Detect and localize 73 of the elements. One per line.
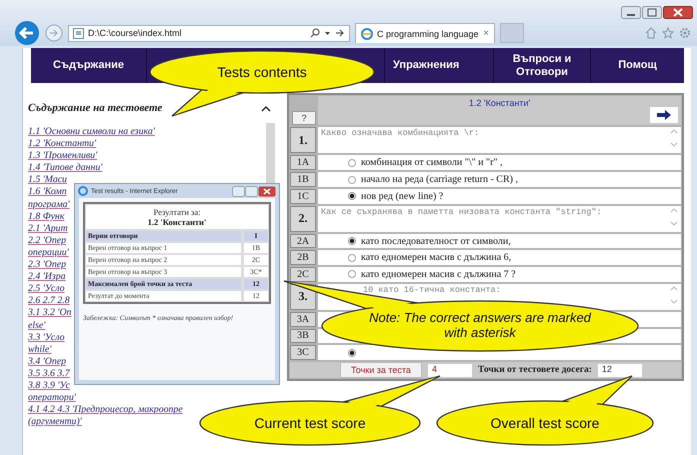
option-label: начало на реда (carriage return - CR) ,	[361, 174, 518, 186]
question-text: Какво означава комбинацията \r:	[321, 128, 480, 140]
test-link[interactable]: 1.5 'Маси	[28, 174, 258, 186]
radio-button[interactable]	[348, 176, 356, 184]
home-icon[interactable]	[645, 27, 657, 39]
address-field[interactable]: D:\C:\course\index.html	[68, 24, 350, 42]
back-icon[interactable]	[14, 20, 40, 46]
search-icon[interactable]	[310, 28, 320, 38]
question-text: 10 като 16-тична константа:	[362, 284, 501, 297]
radio-button[interactable]	[348, 158, 356, 167]
quiz-title: 1.2 'Константи'	[468, 97, 530, 110]
callout-text: Overall test score	[490, 414, 600, 432]
results-heading: Резултати за:	[152, 207, 202, 217]
option-label: като едномерен масив с дължина 6,	[361, 252, 512, 264]
score-field[interactable]: 4	[428, 364, 472, 377]
total-label: Точки от тестовете досега:	[478, 365, 592, 376]
nav-item[interactable]: Въпроси и Отговори	[494, 48, 591, 83]
radio-button[interactable]	[348, 270, 356, 278]
settings-icon[interactable]	[679, 27, 691, 39]
callout-text: Current test score	[253, 414, 367, 432]
option-code: 3B	[290, 328, 316, 344]
next-button[interactable]	[650, 107, 678, 124]
total-field[interactable]: 12	[598, 364, 642, 377]
test-link[interactable]: 1.1 'Основни символи на езика'	[28, 126, 258, 138]
window-buttons-icon[interactable]	[232, 186, 276, 196]
option-label: комбинация от символи "\" и "r" ,	[361, 157, 503, 168]
nav-item[interactable]: Упражнения	[385, 48, 494, 83]
radio-button[interactable]	[348, 254, 356, 262]
browser-logo-icon	[361, 28, 373, 40]
scroll-up-icon[interactable]	[261, 104, 271, 112]
option-code: 2B	[290, 250, 316, 266]
nav-item[interactable]: Помощ	[591, 48, 684, 83]
browser-logo-icon	[78, 186, 88, 196]
option-code: 3C	[290, 345, 316, 360]
tab-title: C programming language	[377, 28, 480, 38]
address-text: D:\C:\course\index.html	[88, 28, 182, 38]
question-number: 1.	[290, 127, 316, 154]
option-code: 2A	[290, 234, 316, 248]
browser-tab[interactable]: C programming language ×	[355, 23, 495, 43]
page-icon	[73, 28, 84, 38]
star-icon[interactable]	[662, 27, 674, 39]
nav-item[interactable]: Съдържание	[31, 48, 147, 83]
question-field[interactable]: Как се съхранява в паметта низовата константа "string":	[318, 206, 681, 232]
results-subheading: 1.2 'Константи'	[146, 217, 208, 227]
option-label: нов ред (new line) ?	[361, 190, 444, 202]
option-code: 1B	[290, 172, 316, 187]
test-link[interactable]: 1.2 'Константи'	[28, 138, 258, 150]
radio-button[interactable]	[348, 348, 356, 357]
callout-text: Tests contents	[216, 64, 308, 80]
callout-text: Note: The correct answers are marked with asterisk	[368, 311, 592, 341]
test-link[interactable]: 1.4 'Типове данни'	[28, 162, 258, 174]
radio-button[interactable]	[348, 192, 356, 200]
help-button[interactable]: ?	[292, 111, 316, 126]
scrollbar[interactable]	[266, 123, 275, 183]
option-code: 1A	[290, 155, 316, 170]
option-code: 1C	[290, 188, 316, 204]
maximize-icon[interactable]	[642, 6, 662, 19]
option-code: 2C	[290, 267, 316, 282]
contents-heading: Съдържание на тестовете	[28, 102, 162, 114]
close-icon[interactable]	[663, 6, 693, 19]
score-button[interactable]: Точки за теста	[340, 362, 422, 378]
arrow-right-icon	[656, 109, 672, 122]
test-link[interactable]: 1.3 'Променливи'	[28, 150, 258, 162]
radio-button[interactable]	[348, 237, 356, 246]
option-label: като едномерен масив с дължина 7 ?	[361, 268, 516, 280]
question-field[interactable]: Какво означава комбинацията \r:	[318, 127, 681, 154]
question-number: 2.	[290, 206, 316, 232]
question-text: Как се съхранява в паметта низовата константа "string":	[321, 206, 602, 219]
option-label: като последователност от символи,	[361, 236, 511, 247]
go-arrow-icon[interactable]	[335, 28, 345, 38]
option-code: 3A	[290, 312, 316, 327]
tab-close-button[interactable]: ×	[483, 28, 489, 39]
minimize-icon[interactable]	[621, 6, 641, 19]
